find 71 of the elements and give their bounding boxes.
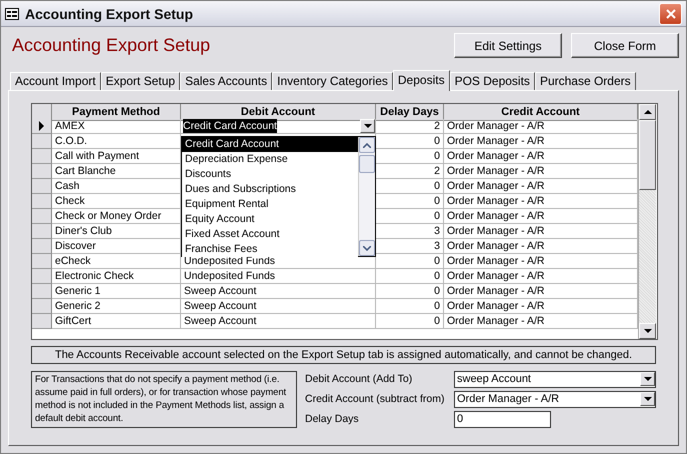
- debit-account-cell: Sweep Account: [181, 314, 376, 329]
- up-chevron-icon: [363, 142, 371, 148]
- debit-account-cell: Undeposited Funds: [181, 269, 376, 284]
- credit-account-cell: Order Manager - A/R: [444, 269, 638, 284]
- delay-days-cell: 0: [376, 254, 444, 269]
- credit-account-cell: Order Manager - A/R: [444, 239, 638, 254]
- dropdown-scrollbar[interactable]: [358, 137, 375, 256]
- delay-days-cell: 0: [376, 314, 444, 329]
- credit-account-cell: Order Manager - A/R: [444, 119, 638, 134]
- payment-method-cell: Electronic Check: [52, 269, 181, 284]
- dropdown-button[interactable]: [360, 119, 375, 133]
- payment-method-cell: eCheck: [52, 254, 181, 269]
- dropdown-option[interactable]: Franchise Fees: [182, 242, 358, 257]
- payment-method-cell: AMEX: [52, 119, 181, 134]
- credit-account-cell: Order Manager - A/R: [444, 284, 638, 299]
- tab[interactable]: Sales Accounts: [180, 72, 272, 90]
- credit-account-cell: Order Manager - A/R: [444, 164, 638, 179]
- down-arrow-icon: [644, 396, 652, 402]
- delay-days-field[interactable]: 0: [454, 410, 551, 428]
- close-form-button[interactable]: Close Form: [571, 33, 679, 58]
- default-account-note: For Transactions that do not specify a payment method (i.e. assume paid in full orders), or for transaction whose payment method is not included in the Payment Methods list, assign a default debit account.: [31, 371, 297, 428]
- credit-account-cell: Order Manager - A/R: [444, 209, 638, 224]
- tab[interactable]: POS Deposits: [450, 72, 535, 90]
- tab[interactable]: Account Import: [10, 72, 101, 90]
- down-arrow-icon: [644, 328, 652, 334]
- tab[interactable]: Export Setup: [100, 72, 180, 90]
- down-arrow-icon: [364, 123, 372, 129]
- window-title: Accounting Export Setup: [25, 6, 194, 22]
- info-message: The Accounts Receivable account selected on the Export Setup tab is assigned automatically, and cannot be changed.: [31, 346, 656, 364]
- tab[interactable]: Deposits: [392, 70, 450, 91]
- payment-method-cell: Generic 2: [52, 299, 181, 314]
- current-row-icon: [38, 121, 45, 131]
- credit-account-cell: Order Manager - A/R: [444, 299, 638, 314]
- field-label: Debit Account (Add To): [305, 373, 414, 385]
- column-header: Payment Method: [52, 104, 181, 121]
- credit-account-cell: Order Manager - A/R: [444, 194, 638, 209]
- debit-account-cell: Sweep Account: [181, 299, 376, 314]
- edit-settings-button[interactable]: Edit Settings: [454, 33, 562, 58]
- field-label: Credit Account (subtract from): [305, 393, 446, 405]
- account-select[interactable]: sweep Account: [454, 370, 656, 388]
- form-title: Accounting Export Setup: [11, 34, 212, 56]
- field-label: Delay Days: [305, 413, 360, 425]
- payment-method-cell: C.O.D.: [52, 134, 181, 149]
- dropdown-option[interactable]: Credit Card Account: [182, 137, 358, 152]
- scroll-thumb[interactable]: [359, 155, 375, 173]
- debit-account-combo-value[interactable]: Credit Card Account: [183, 119, 277, 133]
- credit-account-cell: Order Manager - A/R: [444, 134, 638, 149]
- payment-method-cell: Generic 1: [52, 284, 181, 299]
- delay-days-cell: 0: [376, 299, 444, 314]
- tab[interactable]: Purchase Orders: [534, 72, 636, 90]
- credit-account-cell: Order Manager - A/R: [444, 179, 638, 194]
- credit-account-cell: Order Manager - A/R: [444, 224, 638, 239]
- debit-account-cell: Sweep Account: [181, 284, 376, 299]
- form-icon: [5, 8, 19, 20]
- column-header: Credit Account: [444, 104, 638, 121]
- column-header: Delay Days: [376, 104, 444, 121]
- credit-account-cell: Order Manager - A/R: [444, 254, 638, 269]
- row-selector[interactable]: [32, 119, 52, 134]
- close-icon[interactable]: [659, 2, 682, 24]
- delay-days-cell: 2: [376, 119, 444, 134]
- credit-account-cell: Order Manager - A/R: [444, 149, 638, 164]
- down-chevron-icon: [363, 246, 371, 250]
- up-arrow-icon: [644, 109, 652, 115]
- column-header: Debit Account: [181, 104, 376, 121]
- delay-days-cell: 0: [376, 269, 444, 284]
- payment-method-cell: GiftCert: [52, 314, 181, 329]
- tab[interactable]: Inventory Categories: [272, 72, 393, 90]
- delay-days-cell: 0: [376, 284, 444, 299]
- credit-account-cell: Order Manager - A/R: [444, 314, 638, 329]
- account-select[interactable]: Order Manager - A/R: [454, 390, 656, 408]
- down-arrow-icon: [644, 376, 652, 382]
